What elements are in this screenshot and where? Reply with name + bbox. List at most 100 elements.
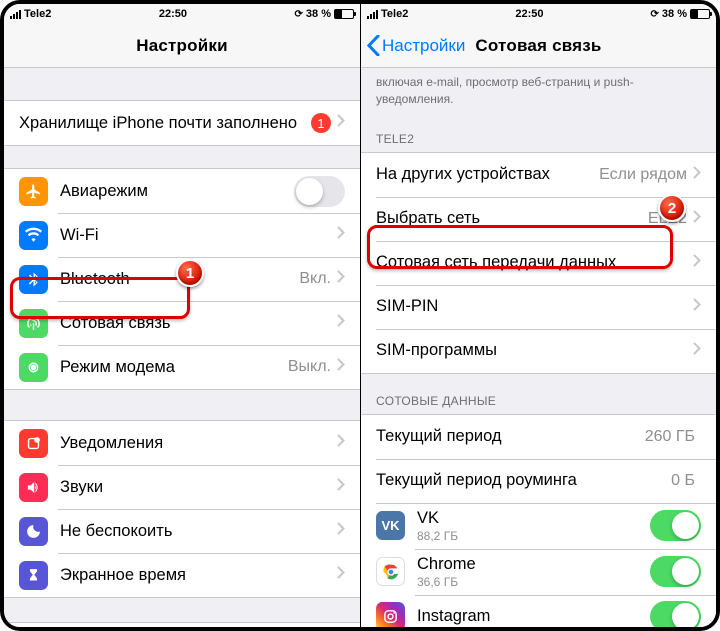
app-name: Chrome [417, 555, 650, 574]
nav-header: Настройки Сотовая связь [361, 24, 716, 68]
app-name: Instagram [417, 607, 650, 626]
chevron-right-icon [337, 114, 345, 132]
hotspot-value: Выкл. [288, 358, 331, 376]
chevron-right-icon [337, 226, 345, 244]
bluetooth-value: Вкл. [299, 270, 331, 288]
chevron-right-icon [337, 478, 345, 496]
notification-badge: 1 [311, 113, 331, 133]
dnd-label: Не беспокоить [60, 522, 337, 541]
airplane-label: Авиарежим [60, 182, 294, 201]
general-row[interactable] [4, 623, 360, 627]
chrome-icon [376, 557, 405, 586]
phone-settings: Tele2 22:50 ⟳ 38 % Настройки Хранилище i… [4, 4, 360, 627]
back-button[interactable]: Настройки [367, 35, 465, 56]
airplane-icon [19, 177, 48, 206]
orientation-lock-icon: ⟳ [651, 9, 659, 20]
page-title: Сотовая связь [475, 36, 601, 56]
notifications-row[interactable]: Уведомления [4, 421, 360, 465]
app-usage: 36,6 ГБ [417, 575, 650, 589]
sim-pin-row[interactable]: SIM-PIN [361, 285, 716, 329]
cellular-data-network-row[interactable]: Сотовая сеть передачи данных [361, 241, 716, 285]
chevron-right-icon [693, 254, 701, 272]
cellular-row[interactable]: Сотовая связь [4, 301, 360, 345]
battery-percent: 38 % [662, 8, 687, 20]
airplane-switch[interactable] [294, 176, 345, 207]
sounds-row[interactable]: Звуки [4, 465, 360, 509]
storage-warning-label: Хранилище iPhone почти заполнено [19, 114, 311, 133]
dnd-row[interactable]: Не беспокоить [4, 509, 360, 553]
hotspot-row[interactable]: Режим модема Выкл. [4, 345, 360, 389]
chevron-right-icon [693, 342, 701, 360]
clock: 22:50 [159, 8, 187, 20]
chevron-right-icon [337, 314, 345, 332]
screentime-label: Экранное время [60, 566, 337, 585]
battery-percent: 38 % [306, 8, 331, 20]
roaming-period-row[interactable]: Текущий период роуминга 0 Б [361, 459, 716, 503]
status-bar: Tele2 22:50 ⟳ 38 % [361, 4, 716, 24]
cellular-data-network-label: Сотовая сеть передачи данных [376, 253, 693, 272]
battery-icon [690, 9, 710, 19]
vk-icon: VK [376, 511, 405, 540]
carrier-label: Tele2 [24, 8, 51, 20]
app-name: VK [417, 509, 650, 528]
phone-cellular: Tele2 22:50 ⟳ 38 % Настройки Сотовая свя… [360, 4, 716, 627]
screentime-row[interactable]: Экранное время [4, 553, 360, 597]
carrier-label: Tele2 [381, 8, 408, 20]
section-description: включая e-mail, просмотр веб-страниц и p… [361, 68, 716, 112]
current-period-row[interactable]: Текущий период 260 ГБ [361, 415, 716, 459]
signal-icon [367, 10, 378, 19]
chevron-right-icon [693, 298, 701, 316]
tutorial-frame: Tele2 22:50 ⟳ 38 % Настройки Хранилище i… [0, 0, 720, 631]
chevron-right-icon [337, 522, 345, 540]
select-network-label: Выбрать сеть [376, 209, 648, 228]
chevron-right-icon [337, 434, 345, 452]
battery-icon [334, 9, 354, 19]
app-chrome-row[interactable]: Chrome 36,6 ГБ [361, 549, 716, 595]
sim-pin-label: SIM-PIN [376, 297, 693, 316]
roaming-period-label: Текущий период роуминга [376, 471, 671, 490]
chevron-right-icon [693, 166, 701, 184]
other-devices-row[interactable]: На других устройствах Если рядом [361, 153, 716, 197]
select-network-row[interactable]: Выбрать сеть ELE2 [361, 197, 716, 241]
nav-header: Настройки [4, 24, 360, 68]
hotspot-icon [19, 353, 48, 382]
signal-icon [10, 10, 21, 19]
section-header-data: СОТОВЫЕ ДАННЫЕ [361, 374, 716, 414]
chevron-right-icon [337, 566, 345, 584]
cellular-icon [19, 309, 48, 338]
wifi-row[interactable]: Wi-Fi [4, 213, 360, 257]
hourglass-icon [19, 561, 48, 590]
sounds-icon [19, 473, 48, 502]
bluetooth-row[interactable]: Bluetooth Вкл. [4, 257, 360, 301]
airplane-mode-row[interactable]: Авиарежим [4, 169, 360, 213]
page-title: Настройки [136, 36, 228, 56]
clock: 22:50 [515, 8, 543, 20]
section-header-carrier: TELE2 [361, 112, 716, 152]
storage-warning-row[interactable]: Хранилище iPhone почти заполнено 1 [4, 101, 360, 145]
other-devices-label: На других устройствах [376, 165, 599, 184]
app-switch[interactable] [650, 556, 701, 587]
app-vk-row[interactable]: VK VK 88,2 ГБ [361, 503, 716, 549]
sim-apps-label: SIM-программы [376, 341, 693, 360]
orientation-lock-icon: ⟳ [295, 9, 303, 20]
back-label: Настройки [382, 36, 465, 56]
app-instagram-row[interactable]: Instagram [361, 595, 716, 627]
app-switch[interactable] [650, 601, 701, 627]
chevron-right-icon [693, 210, 701, 228]
wifi-label: Wi-Fi [60, 226, 331, 245]
notifications-label: Уведомления [60, 434, 337, 453]
hotspot-label: Режим модема [60, 358, 288, 377]
sim-apps-row[interactable]: SIM-программы [361, 329, 716, 373]
other-devices-value: Если рядом [599, 166, 687, 184]
sounds-label: Звуки [60, 478, 337, 497]
moon-icon [19, 517, 48, 546]
app-usage: 88,2 ГБ [417, 529, 650, 543]
notifications-icon [19, 429, 48, 458]
bluetooth-label: Bluetooth [60, 270, 299, 289]
select-network-value: ELE2 [648, 210, 687, 228]
chevron-right-icon [337, 270, 345, 288]
app-switch[interactable] [650, 510, 701, 541]
status-bar: Tele2 22:50 ⟳ 38 % [4, 4, 360, 24]
roaming-period-value: 0 Б [671, 472, 695, 490]
bluetooth-icon [19, 265, 48, 294]
